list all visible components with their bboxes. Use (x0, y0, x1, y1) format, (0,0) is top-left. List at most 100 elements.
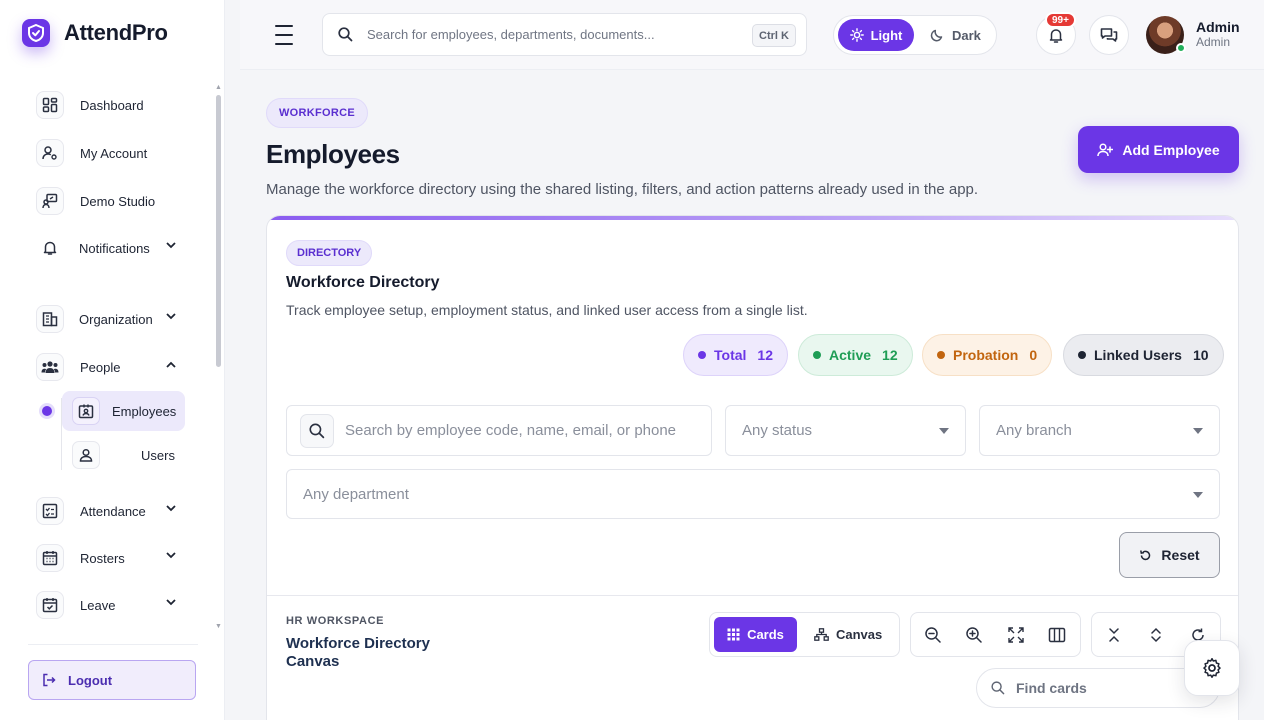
sidebar-item-demo-studio[interactable]: Demo Studio (36, 183, 155, 219)
view-cards-button[interactable]: Cards (714, 617, 797, 652)
search-placeholder: Search for employees, departments, docum… (367, 27, 655, 42)
brand[interactable]: AttendPro (22, 19, 168, 47)
gear-icon (1203, 658, 1221, 678)
settings-button[interactable] (1184, 640, 1240, 696)
hierarchy-icon (814, 628, 829, 641)
stat-dot (937, 351, 945, 359)
view-canvas-button[interactable]: Canvas (814, 617, 882, 652)
map-icon (1048, 627, 1066, 643)
bell-icon (36, 234, 64, 262)
employee-search-input[interactable]: Search by employee code, name, email, or… (286, 405, 712, 456)
department-select[interactable]: Any department (286, 469, 1220, 519)
sidebar-item-notifications[interactable]: Notifications (36, 230, 176, 266)
sidebar-item-people[interactable]: People (36, 349, 176, 385)
reset-label: Reset (1161, 547, 1200, 563)
status-select[interactable]: Any status (725, 405, 966, 456)
chevron-down-icon (166, 242, 176, 249)
sidebar-item-organization[interactable]: Organization (36, 301, 176, 337)
sidebar-item-label: My Account (80, 145, 148, 161)
user-icon (72, 441, 100, 469)
theme-toggle: Light Dark (833, 15, 997, 55)
stat-dot (698, 351, 706, 359)
sidebar-item-label: Dashboard (80, 97, 144, 113)
fit-view-button[interactable] (1006, 625, 1026, 645)
scroll-down-arrow[interactable]: ▼ (215, 623, 222, 630)
branch-select-value: Any branch (996, 422, 1072, 439)
sidebar-item-label: Rosters (80, 550, 125, 566)
view-toggle: Cards Canvas (709, 612, 900, 657)
brand-logo-icon (22, 19, 50, 47)
user-role: Admin (1196, 35, 1231, 49)
sidebar-item-dashboard[interactable]: Dashboard (36, 87, 144, 123)
checklist-icon (36, 497, 64, 525)
sidebar-item-label: Organization (79, 311, 153, 327)
caret-down-icon (939, 428, 949, 434)
stat-value: 12 (882, 347, 898, 363)
reset-icon (1140, 549, 1151, 560)
bell-icon (1049, 28, 1063, 43)
zoom-out-button[interactable] (923, 625, 943, 645)
sidebar-divider (28, 644, 198, 645)
user-gear-icon (36, 139, 64, 167)
theme-dark-button[interactable]: Dark (930, 19, 981, 51)
sidebar-item-leave[interactable]: Leave (36, 587, 176, 623)
chevron-down-icon (166, 599, 176, 606)
sidebar-scrollbar[interactable] (216, 95, 221, 367)
stat-total: Total 12 (683, 334, 788, 376)
expand-icon (1008, 627, 1024, 643)
sun-icon (849, 28, 864, 42)
zoom-toolbar (910, 612, 1081, 657)
stat-label: Total (714, 347, 747, 363)
chevron-down-icon (166, 313, 176, 320)
status-select-value: Any status (742, 422, 813, 439)
sidebar-item-rosters[interactable]: Rosters (36, 540, 176, 576)
collapse-all-button[interactable] (1104, 625, 1124, 645)
sidebar-item-attendance[interactable]: Attendance (36, 493, 176, 529)
page-title: Employees (266, 139, 400, 169)
add-employee-button[interactable]: Add Employee (1078, 126, 1239, 173)
dashboard-icon (36, 91, 64, 119)
active-indicator-dot (42, 406, 52, 416)
sidebar-item-label: Attendance (80, 503, 146, 519)
directory-eyebrow: DIRECTORY (286, 240, 373, 266)
logout-button[interactable]: Logout (28, 660, 196, 700)
chevron-down-icon (166, 552, 176, 559)
minimap-button[interactable] (1047, 625, 1067, 645)
workspace-eyebrow: HR WORKSPACE (286, 615, 385, 627)
scroll-up-arrow[interactable]: ▲ (215, 84, 222, 91)
directory-card: DIRECTORY Workforce Directory Track empl… (266, 215, 1239, 720)
building-icon (36, 305, 64, 333)
logout-label: Logout (68, 672, 113, 688)
page-eyebrow: WORKFORCE (266, 98, 369, 128)
global-search-input[interactable]: Search for employees, departments, docum… (322, 13, 807, 56)
user-name[interactable]: Admin (1196, 19, 1240, 35)
stat-value: 0 (1029, 347, 1038, 363)
zoom-in-button[interactable] (964, 625, 984, 645)
brand-name: AttendPro (64, 20, 168, 45)
collapse-icon (1109, 628, 1119, 642)
calendar-icon (36, 544, 64, 572)
sidebar: AttendPro Dashboard My Account Demo Stud… (0, 0, 225, 720)
department-select-value: Any department (303, 485, 409, 503)
search-icon (991, 681, 1005, 695)
caret-down-icon (1193, 492, 1203, 498)
sidebar-subitem-users[interactable]: Users (72, 441, 182, 469)
online-status-dot (1176, 43, 1186, 53)
sidebar-item-my-account[interactable]: My Account (36, 135, 147, 171)
branch-select[interactable]: Any branch (979, 405, 1220, 456)
expand-all-button[interactable] (1146, 625, 1166, 645)
card-accent-bar (267, 216, 1238, 220)
moon-icon (930, 29, 943, 42)
user-plus-icon (1097, 142, 1114, 156)
sidebar-subitem-employees[interactable]: Employees (62, 391, 185, 431)
reset-button[interactable]: Reset (1119, 532, 1220, 578)
messages-button[interactable] (1089, 15, 1129, 55)
search-icon (338, 27, 353, 42)
menu-toggle-button[interactable] (275, 24, 293, 46)
theme-light-button[interactable]: Light (838, 19, 914, 51)
stat-active: Active 12 (798, 334, 913, 376)
sidebar-subitem-label: Employees (112, 404, 177, 419)
employee-search-placeholder: Search by employee code, name, email, or… (345, 422, 677, 439)
sidebar-item-label: Notifications (79, 240, 150, 256)
sidebar-item-label: People (80, 359, 121, 375)
